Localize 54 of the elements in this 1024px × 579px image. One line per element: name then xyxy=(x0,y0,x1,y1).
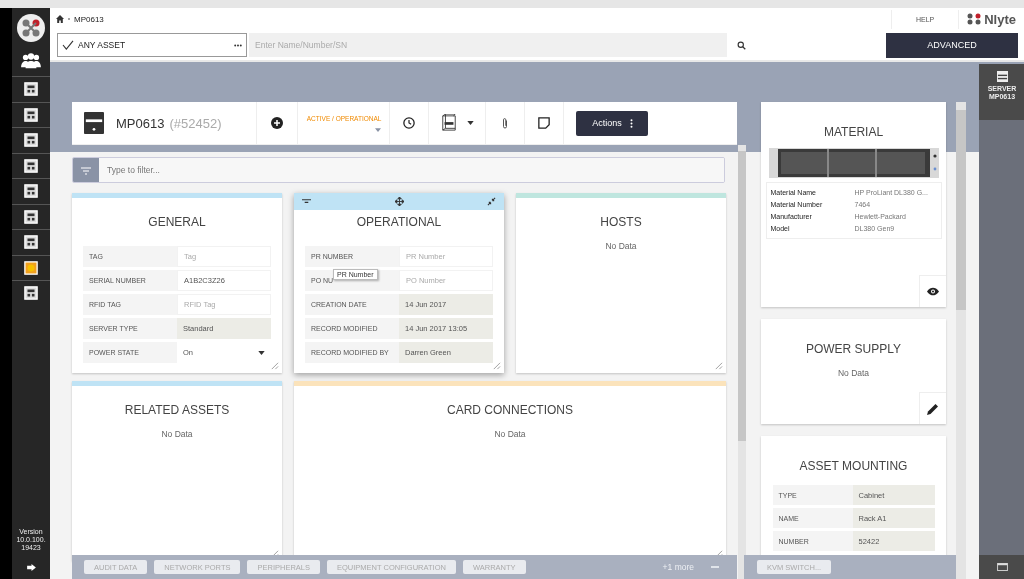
window-icon[interactable] xyxy=(996,563,1008,571)
logo-icon xyxy=(967,13,982,25)
collapse-icon[interactable] xyxy=(487,197,496,206)
add-icon[interactable] xyxy=(271,117,284,129)
card-title: GENERAL xyxy=(148,215,206,229)
card-title: POWER SUPPLY xyxy=(805,342,902,356)
move-icon[interactable] xyxy=(394,197,404,206)
view-button[interactable] xyxy=(919,275,946,307)
search-icon[interactable] xyxy=(737,40,746,50)
scrollbar[interactable] xyxy=(738,145,746,579)
resize-handle-icon[interactable] xyxy=(270,549,279,558)
paperclip-icon[interactable] xyxy=(502,116,509,130)
caret-icon[interactable] xyxy=(466,121,474,125)
clock-icon[interactable] xyxy=(403,117,416,129)
empty-message: No Data xyxy=(161,429,193,439)
eye-icon xyxy=(927,287,939,296)
people-icon[interactable] xyxy=(20,52,42,70)
caret-icon xyxy=(258,350,265,355)
more-icon[interactable] xyxy=(234,43,242,47)
scrollbar[interactable] xyxy=(956,102,966,579)
empty-message: No Data xyxy=(605,241,637,251)
card-title: MATERIAL xyxy=(823,125,884,139)
asset-scope-dropdown[interactable]: ANY ASSET xyxy=(57,33,247,57)
logo-icon[interactable] xyxy=(16,13,46,43)
card-title: ASSET MOUNTING xyxy=(799,459,908,473)
pencil-icon xyxy=(927,402,939,415)
caret-icon xyxy=(375,127,382,132)
resize-handle-icon[interactable] xyxy=(714,549,723,558)
card-title: CARD CONNECTIONS xyxy=(447,403,573,417)
filter-icon[interactable] xyxy=(302,197,311,206)
asset-id: (#52452) xyxy=(169,115,223,131)
empty-message: No Data xyxy=(494,429,526,439)
logout-icon[interactable] xyxy=(26,564,36,571)
server-icon xyxy=(84,112,104,134)
resize-handle-icon[interactable] xyxy=(492,361,501,370)
card-title: OPERATIONAL xyxy=(356,215,442,229)
note-icon[interactable] xyxy=(538,117,551,129)
server-icon xyxy=(996,71,1008,82)
edit-button[interactable] xyxy=(919,392,946,424)
check-icon xyxy=(62,40,74,50)
empty-message: No Data xyxy=(837,368,870,378)
card-title: HOSTS xyxy=(600,215,642,229)
card-title: RELATED ASSETS xyxy=(124,403,230,417)
search-field[interactable]: Enter Name/Number/SN xyxy=(249,33,727,57)
actions-button[interactable]: Actions xyxy=(576,110,649,136)
breadcrumb-item[interactable]: MP0613 xyxy=(74,14,104,24)
cube-icon[interactable] xyxy=(440,114,457,132)
filter-field[interactable]: Type to filter... xyxy=(72,157,725,183)
advanced-button[interactable]: ADVANCED xyxy=(886,32,1018,58)
asset-name: MP0613 xyxy=(116,115,165,131)
resize-handle-icon[interactable] xyxy=(714,361,723,370)
kebab-icon xyxy=(629,118,633,128)
resize-handle-icon[interactable] xyxy=(270,361,279,370)
brand-name: Nlyte xyxy=(984,11,1016,27)
